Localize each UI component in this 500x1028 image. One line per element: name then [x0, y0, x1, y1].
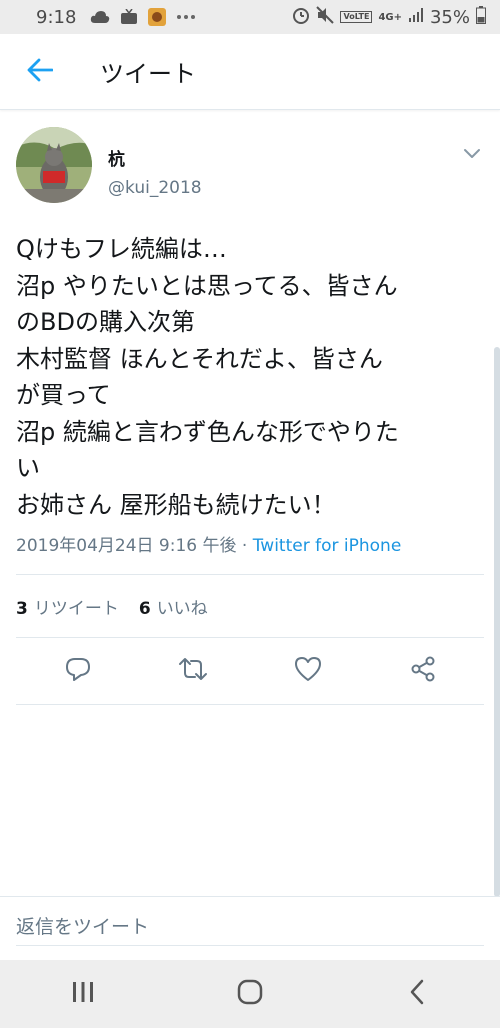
reply-input[interactable]: 返信をツイート — [16, 912, 484, 946]
like-label: いいね — [156, 598, 208, 619]
author-names: 杭 @kui_2018 — [108, 145, 202, 198]
tweet-author[interactable]: 杭 @kui_2018 — [16, 127, 484, 203]
retweet-icon — [178, 655, 208, 687]
reply-bar: 返信をツイート — [0, 896, 500, 960]
more-notifications-icon — [176, 14, 196, 20]
like-count: 6 — [138, 598, 151, 619]
tweet-text: Qけもフレ続編は… 沼p やりたいとは思ってる、皆さん のBDの購入次第 木村監… — [16, 235, 399, 519]
retweet-button[interactable] — [173, 651, 213, 691]
volte-badge: VoLTE — [340, 11, 373, 23]
heart-icon — [294, 656, 322, 686]
clock: 9:18 — [36, 6, 77, 28]
back-nav-button[interactable] — [387, 969, 447, 1019]
tweet: 杭 @kui_2018 Qけもフレ続編は… 沼p やりたいとは思ってる、皆さん … — [0, 111, 500, 705]
app-notification-icon — [148, 8, 167, 26]
author-handle[interactable]: @kui_2018 — [108, 178, 202, 198]
share-icon — [409, 655, 437, 687]
retweet-stat[interactable]: 3 リツイート — [16, 594, 119, 619]
home-button[interactable] — [220, 969, 280, 1019]
recent-apps-icon — [71, 981, 95, 1007]
avatar[interactable] — [16, 127, 92, 203]
recent-apps-button[interactable] — [53, 969, 113, 1019]
chevron-down-icon[interactable] — [460, 141, 484, 165]
scrollbar[interactable] — [494, 347, 500, 897]
battery-icon — [476, 5, 486, 29]
tweet-source-link[interactable]: Twitter for iPhone — [253, 536, 402, 556]
page-title: ツイート — [100, 60, 196, 88]
alarm-icon — [292, 6, 310, 29]
battery-percent: 35% — [429, 6, 470, 28]
back-button[interactable] — [20, 52, 60, 92]
signal-icon — [408, 7, 424, 28]
arrow-left-icon — [27, 58, 54, 86]
chevron-left-icon — [408, 979, 426, 1009]
share-button[interactable] — [403, 651, 443, 691]
app-header: ツイート — [0, 34, 500, 110]
retweet-count: 3 — [16, 598, 28, 619]
like-button[interactable] — [288, 651, 328, 691]
reply-button[interactable] — [58, 651, 98, 691]
status-bar: 9:18 VoLTE 4G+ 35% — [0, 0, 500, 34]
like-stat[interactable]: 6 いいね — [139, 594, 208, 619]
author-name[interactable]: 杭 — [108, 145, 202, 170]
tweet-detail-screen: 9:18 VoLTE 4G+ 35% ツイート 杭 @kui_2018 Qけもフ… — [0, 0, 500, 1028]
network-type: 4G+ — [378, 11, 402, 23]
mute-icon — [316, 5, 335, 29]
divider — [16, 704, 484, 705]
tweet-actions — [16, 638, 484, 704]
tweet-meta: 2019年04月24日 9:16 午後 · Twitter for iPhone — [16, 531, 484, 556]
cloud-icon — [90, 10, 110, 24]
home-icon — [237, 979, 263, 1009]
retweet-label: リツイート — [33, 598, 119, 619]
status-right: VoLTE 4G+ 35% — [292, 5, 486, 29]
tweet-timestamp: 2019年04月24日 9:16 午後 · — [16, 536, 253, 556]
reply-icon — [64, 655, 92, 687]
tv-icon — [120, 9, 138, 25]
system-nav-bar — [0, 960, 500, 1028]
tweet-stats: 3 リツイート 6 いいね — [16, 575, 484, 637]
